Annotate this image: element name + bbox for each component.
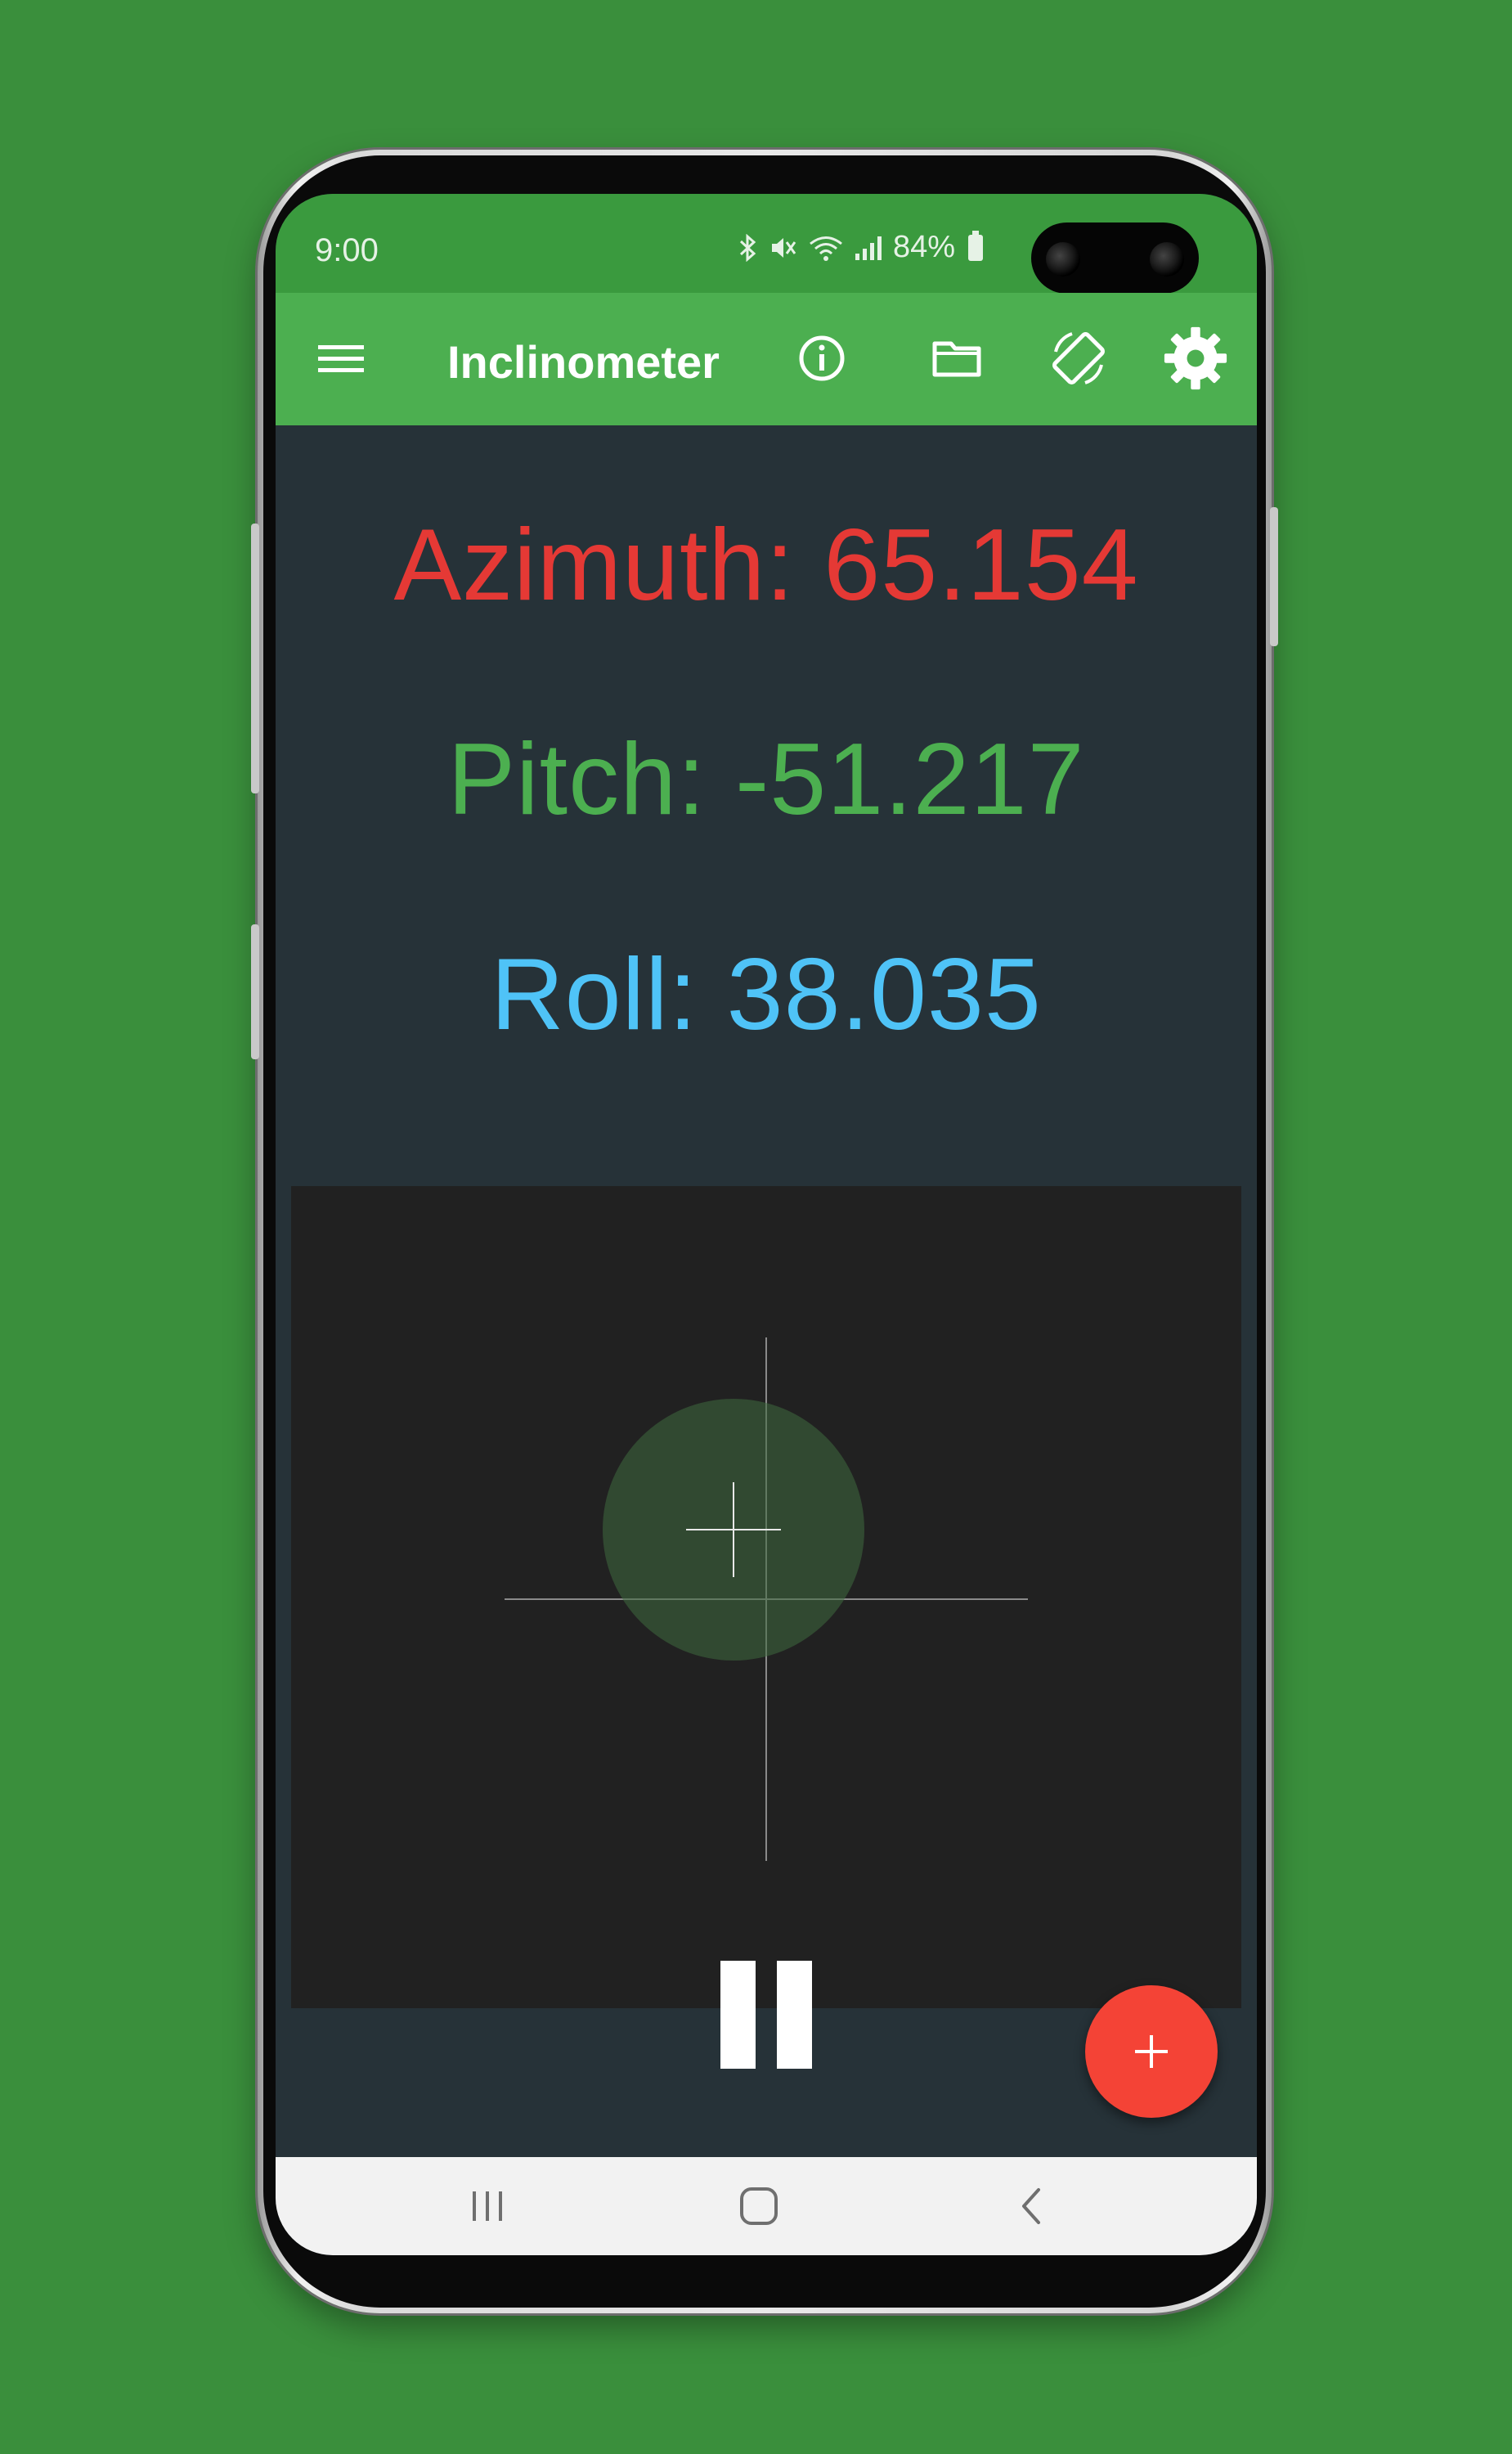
recent-apps-icon: [473, 2191, 502, 2221]
app-title: Inclinometer: [447, 336, 720, 388]
power-button: [1270, 507, 1278, 646]
settings-icon[interactable]: [1163, 326, 1228, 391]
mute-icon: [772, 237, 796, 258]
screen-rotation-icon[interactable]: [1046, 326, 1111, 391]
plus-icon: [1135, 2035, 1168, 2068]
bubble-level-panel: [291, 1186, 1241, 2008]
menu-icon[interactable]: [308, 326, 374, 391]
wifi-icon: [810, 236, 842, 261]
bluetooth-icon: [739, 233, 756, 262]
add-fab-button[interactable]: [1085, 1985, 1218, 2118]
folder-icon[interactable]: [924, 326, 989, 391]
phone-screen: 9:00 84% Inclinometer Azimuth: 65.154 Pi…: [276, 194, 1257, 2255]
pitch-reading: Pitch: -51.217: [447, 723, 1085, 836]
battery-icon: [968, 230, 984, 261]
roll-reading: Roll: 38.035: [491, 938, 1042, 1051]
battery-percent: 84%: [893, 230, 956, 264]
signal-icon: [855, 236, 882, 260]
status-bar: 9:00 84%: [276, 194, 1257, 294]
pause-icon: [717, 1961, 815, 2069]
back-button[interactable]: [999, 2180, 1065, 2232]
navigation-bar: [276, 2157, 1257, 2255]
volume-button: [251, 524, 259, 793]
azimuth-reading: Azimuth: 65.154: [393, 509, 1139, 622]
recent-apps-button[interactable]: [455, 2180, 520, 2232]
bixby-button: [251, 924, 259, 1059]
home-icon: [740, 2187, 778, 2225]
status-icons: 84%: [738, 230, 984, 265]
bubble-level: [505, 1337, 1028, 1861]
front-camera-lens-2: [1150, 242, 1184, 276]
status-time: 9:00: [315, 232, 379, 268]
front-camera-lens: [1046, 242, 1080, 276]
app-bar: Inclinometer: [276, 293, 1257, 425]
pause-button[interactable]: [717, 1961, 815, 2069]
back-icon: [1022, 2188, 1040, 2224]
readings-panel: Azimuth: 65.154 Pitch: -51.217 Roll: 38.…: [276, 425, 1257, 1186]
info-icon[interactable]: [789, 326, 855, 391]
camera-cutout: [1031, 222, 1199, 294]
home-button[interactable]: [726, 2180, 792, 2232]
